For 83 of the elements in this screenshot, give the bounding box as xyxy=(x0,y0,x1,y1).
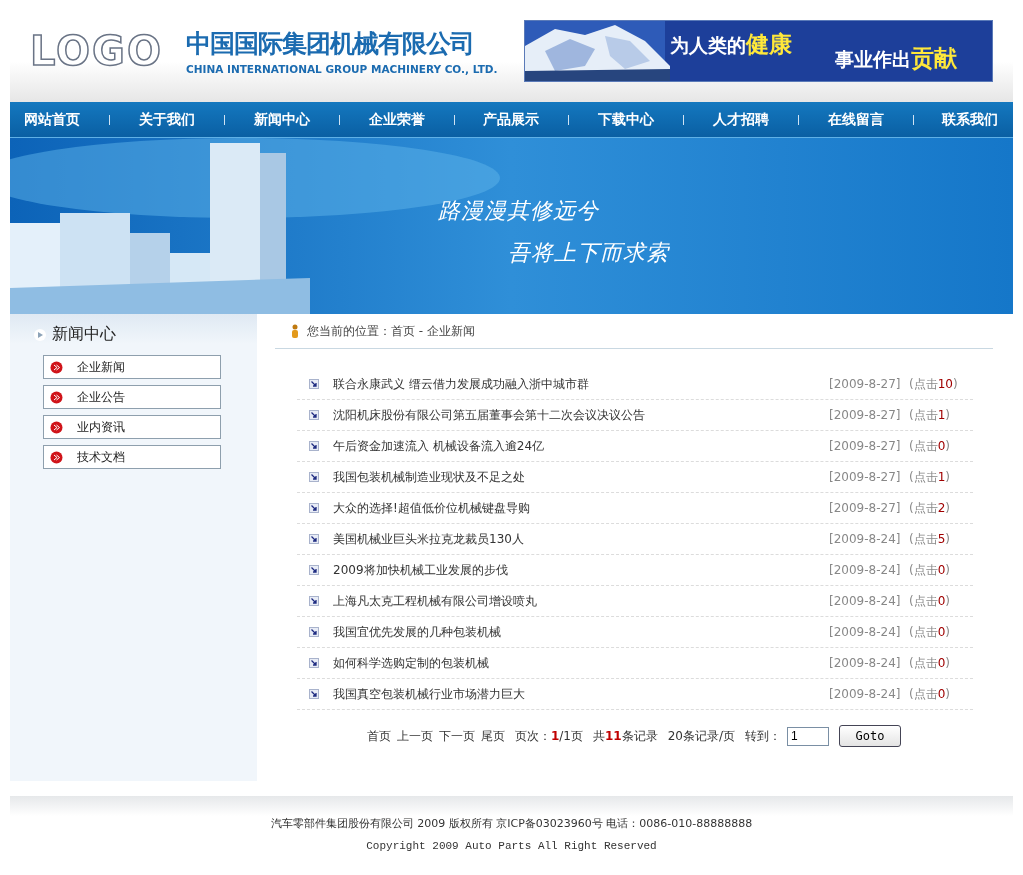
bullet-icon xyxy=(50,390,63,404)
news-date: [2009-8-24] xyxy=(829,532,902,546)
sidebar-item[interactable]: 业内资讯 xyxy=(43,415,221,439)
view-count: (点击0) xyxy=(909,623,951,641)
news-date: [2009-8-24] xyxy=(829,563,902,577)
view-count: (点击0) xyxy=(909,685,951,703)
news-title[interactable]: 大众的选择!超值低价位机械键盘导购 xyxy=(333,499,829,517)
page-info: 转到： xyxy=(745,727,782,745)
nav-link[interactable]: 在线留言 xyxy=(827,110,884,129)
news-date: [2009-8-27] xyxy=(829,377,902,391)
nav-link[interactable]: 下载中心 xyxy=(598,110,655,129)
news-title[interactable]: 我国包装机械制造业现状及不足之处 xyxy=(333,468,829,486)
news-date: [2009-8-24] xyxy=(829,625,902,639)
view-count: (点击2) xyxy=(909,499,951,517)
news-title[interactable]: 我国真空包装机械行业市场潜力巨大 xyxy=(333,685,829,703)
footer-text: Copyright 2009 Auto Parts All Right Reserved xyxy=(366,840,657,852)
nav-link[interactable]: 网站首页 xyxy=(24,110,81,129)
bullet-icon xyxy=(50,420,63,434)
arrow-icon xyxy=(309,658,319,668)
news-date: [2009-8-27] xyxy=(829,439,902,453)
arrow-icon xyxy=(309,410,319,420)
view-count: (点击0) xyxy=(909,592,951,610)
bullet-icon xyxy=(50,450,63,464)
nav-link[interactable]: 联系我们 xyxy=(942,110,999,129)
news-title[interactable]: 我国宜优先发展的几种包装机械 xyxy=(333,623,829,641)
arrow-icon xyxy=(309,689,319,699)
arrow-icon xyxy=(309,379,319,389)
page-info: 20条记录/页 xyxy=(667,727,736,745)
page-input[interactable]: 1 xyxy=(787,726,830,746)
arrow-icon xyxy=(309,534,319,544)
news-date: [2009-8-27] xyxy=(829,408,902,422)
company-name-english: CHINA INTERNATIONAL GROUP MACHINERY CO., LTD. xyxy=(186,63,498,75)
view-count: (点击0) xyxy=(909,437,951,455)
news-title[interactable]: 沈阳机床股份有限公司第五届董事会第十二次会议决议公告 xyxy=(333,406,829,424)
news-title[interactable]: 午后资金加速流入 机械设备流入逾24亿 xyxy=(333,437,829,455)
breadcrumb: 您当前的位置：首页 - 企业新闻 xyxy=(307,322,475,340)
view-count: (点击5) xyxy=(909,530,951,548)
nav-link[interactable]: 人才招聘 xyxy=(712,110,769,129)
news-date: [2009-8-24] xyxy=(829,687,902,701)
page-info: 页次：1/1页 xyxy=(514,727,583,745)
news-title[interactable]: 如何科学选购定制的包装机械 xyxy=(333,654,829,672)
person-icon xyxy=(289,324,301,338)
news-date: [2009-8-27] xyxy=(829,501,902,515)
sidebar-item[interactable]: 技术文档 xyxy=(43,445,221,469)
ad-slogan: 事业作出贡献 xyxy=(835,44,957,73)
news-date: [2009-8-27] xyxy=(829,470,902,484)
news-date: [2009-8-24] xyxy=(829,594,902,608)
banner-slogan: 路漫漫其修远兮 xyxy=(438,197,599,225)
page-link[interactable]: 下一页 xyxy=(438,727,475,745)
arrow-icon xyxy=(309,596,319,606)
page-link[interactable]: 尾页 xyxy=(480,727,505,745)
nav-link[interactable]: 企业荣誉 xyxy=(368,110,425,129)
arrow-icon xyxy=(309,472,319,482)
ad-slogan: 为人类的健康 xyxy=(670,30,792,59)
banner-slogan: 吾将上下而求索 xyxy=(508,239,669,267)
view-count: (点击1) xyxy=(909,406,951,424)
view-count: (点击0) xyxy=(909,654,951,672)
nav-link[interactable]: 关于我们 xyxy=(139,110,196,129)
view-count: (点击0) xyxy=(909,561,951,579)
news-title[interactable]: 美国机械业巨头米拉克龙裁员130人 xyxy=(333,530,829,548)
bullet-icon xyxy=(50,360,63,374)
view-count: (点击1) xyxy=(909,468,951,486)
nav-link[interactable]: 新闻中心 xyxy=(253,110,310,129)
news-title[interactable]: 上海凡太克工程机械有限公司增设喷丸 xyxy=(333,592,829,610)
sidebar-item[interactable]: 企业新闻 xyxy=(43,355,221,379)
page-link[interactable]: 首页 xyxy=(366,727,391,745)
news-title[interactable]: 联合永康武义 缙云借力发展成功融入浙中城市群 xyxy=(333,375,829,393)
nav-link[interactable]: 产品展示 xyxy=(483,110,540,129)
news-date: [2009-8-24] xyxy=(829,656,902,670)
page-link[interactable]: 上一页 xyxy=(396,727,433,745)
footer-text: 汽车零部件集团股份有限公司 2009 版权所有 京ICP备03023960号 电话：0086-010-88888888 xyxy=(270,816,753,831)
arrow-icon xyxy=(309,627,319,637)
page-info: 共11条记录 xyxy=(593,727,658,745)
sidebar-item[interactable]: 企业公告 xyxy=(43,385,221,409)
arrow-icon xyxy=(309,503,319,513)
news-title[interactable]: 2009将加快机械工业发展的步伐 xyxy=(333,561,829,579)
goto-button[interactable]: Goto xyxy=(839,725,902,747)
arrow-icon xyxy=(309,565,319,575)
company-name: 中国国际集团机械有限公司 xyxy=(186,28,475,60)
arrow-icon xyxy=(309,441,319,451)
sidebar-title: 新闻中心 xyxy=(52,324,116,345)
logo: LOGO xyxy=(30,28,164,74)
view-count: (点击10) xyxy=(909,375,959,393)
